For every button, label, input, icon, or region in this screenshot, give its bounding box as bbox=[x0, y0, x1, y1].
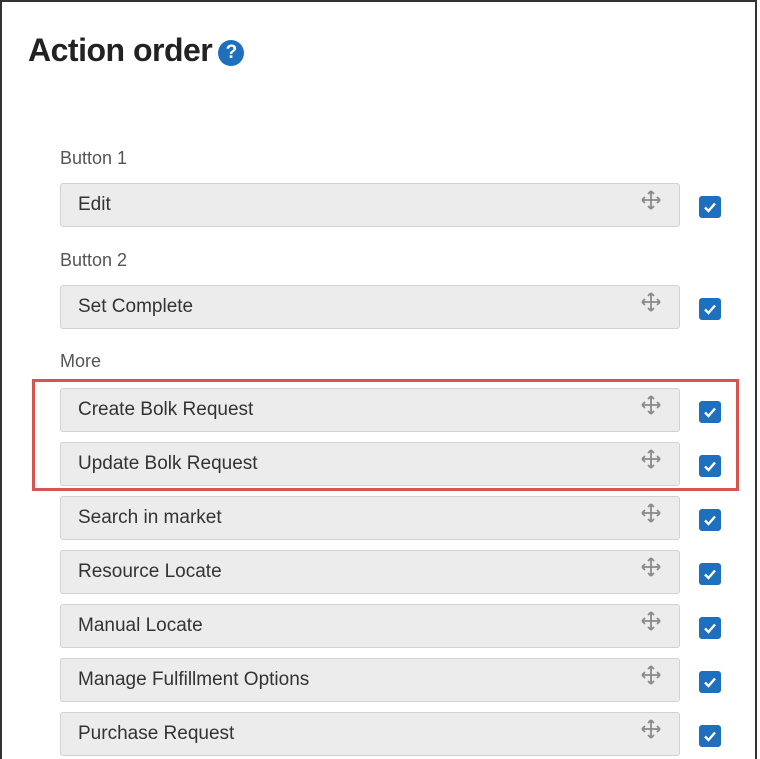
drag-handle-icon[interactable] bbox=[640, 664, 662, 686]
action-row-set-complete[interactable]: Set Complete bbox=[60, 285, 680, 329]
section-label-button2: Button 2 bbox=[60, 250, 128, 270]
action-order-panel: Action order ? Button 1 Edit Button 2 Se… bbox=[0, 0, 757, 759]
action-label: Manage Fulfillment Options bbox=[78, 669, 310, 690]
checkbox-checked-icon[interactable] bbox=[699, 725, 721, 747]
action-label: Create Bolk Request bbox=[78, 399, 254, 420]
action-label: Set Complete bbox=[78, 296, 194, 317]
drag-handle-icon[interactable] bbox=[640, 394, 662, 416]
action-row-search-in-market[interactable]: Search in market bbox=[60, 496, 680, 540]
action-row-resource-locate[interactable]: Resource Locate bbox=[60, 550, 680, 594]
checkbox-checked-icon[interactable] bbox=[699, 196, 721, 218]
action-row-purchase-request[interactable]: Purchase Request bbox=[60, 712, 680, 756]
action-label: Search in market bbox=[78, 507, 222, 528]
drag-handle-icon[interactable] bbox=[640, 448, 662, 470]
checkbox-checked-icon[interactable] bbox=[699, 509, 721, 531]
checkbox-checked-icon[interactable] bbox=[699, 455, 721, 477]
action-label: Purchase Request bbox=[78, 723, 235, 744]
action-label: Manual Locate bbox=[78, 615, 203, 636]
action-row-update-bolk-request[interactable]: Update Bolk Request bbox=[60, 442, 680, 486]
section-label-more: More bbox=[60, 351, 102, 371]
help-icon[interactable]: ? bbox=[218, 39, 245, 66]
checkbox-checked-icon[interactable] bbox=[699, 617, 721, 639]
checkbox-checked-icon[interactable] bbox=[699, 298, 721, 320]
section-label-button1: Button 1 bbox=[60, 148, 128, 168]
action-row-manage-fulfillment-options[interactable]: Manage Fulfillment Options bbox=[60, 658, 680, 702]
checkbox-checked-icon[interactable] bbox=[699, 401, 721, 423]
drag-handle-icon[interactable] bbox=[640, 556, 662, 578]
page-title-text: Action order bbox=[28, 32, 213, 68]
action-row-manual-locate[interactable]: Manual Locate bbox=[60, 604, 680, 648]
drag-handle-icon[interactable] bbox=[640, 502, 662, 524]
action-label: Resource Locate bbox=[78, 561, 222, 582]
drag-handle-icon[interactable] bbox=[640, 610, 662, 632]
action-row-edit[interactable]: Edit bbox=[60, 183, 680, 227]
drag-handle-icon[interactable] bbox=[640, 718, 662, 740]
drag-handle-icon[interactable] bbox=[640, 291, 662, 313]
action-label: Update Bolk Request bbox=[78, 453, 258, 474]
checkbox-checked-icon[interactable] bbox=[699, 671, 721, 693]
drag-handle-icon[interactable] bbox=[640, 189, 662, 211]
action-row-create-bolk-request[interactable]: Create Bolk Request bbox=[60, 388, 680, 432]
page-title: Action order ? bbox=[28, 32, 245, 69]
checkbox-checked-icon[interactable] bbox=[699, 563, 721, 585]
action-label: Edit bbox=[78, 194, 111, 215]
